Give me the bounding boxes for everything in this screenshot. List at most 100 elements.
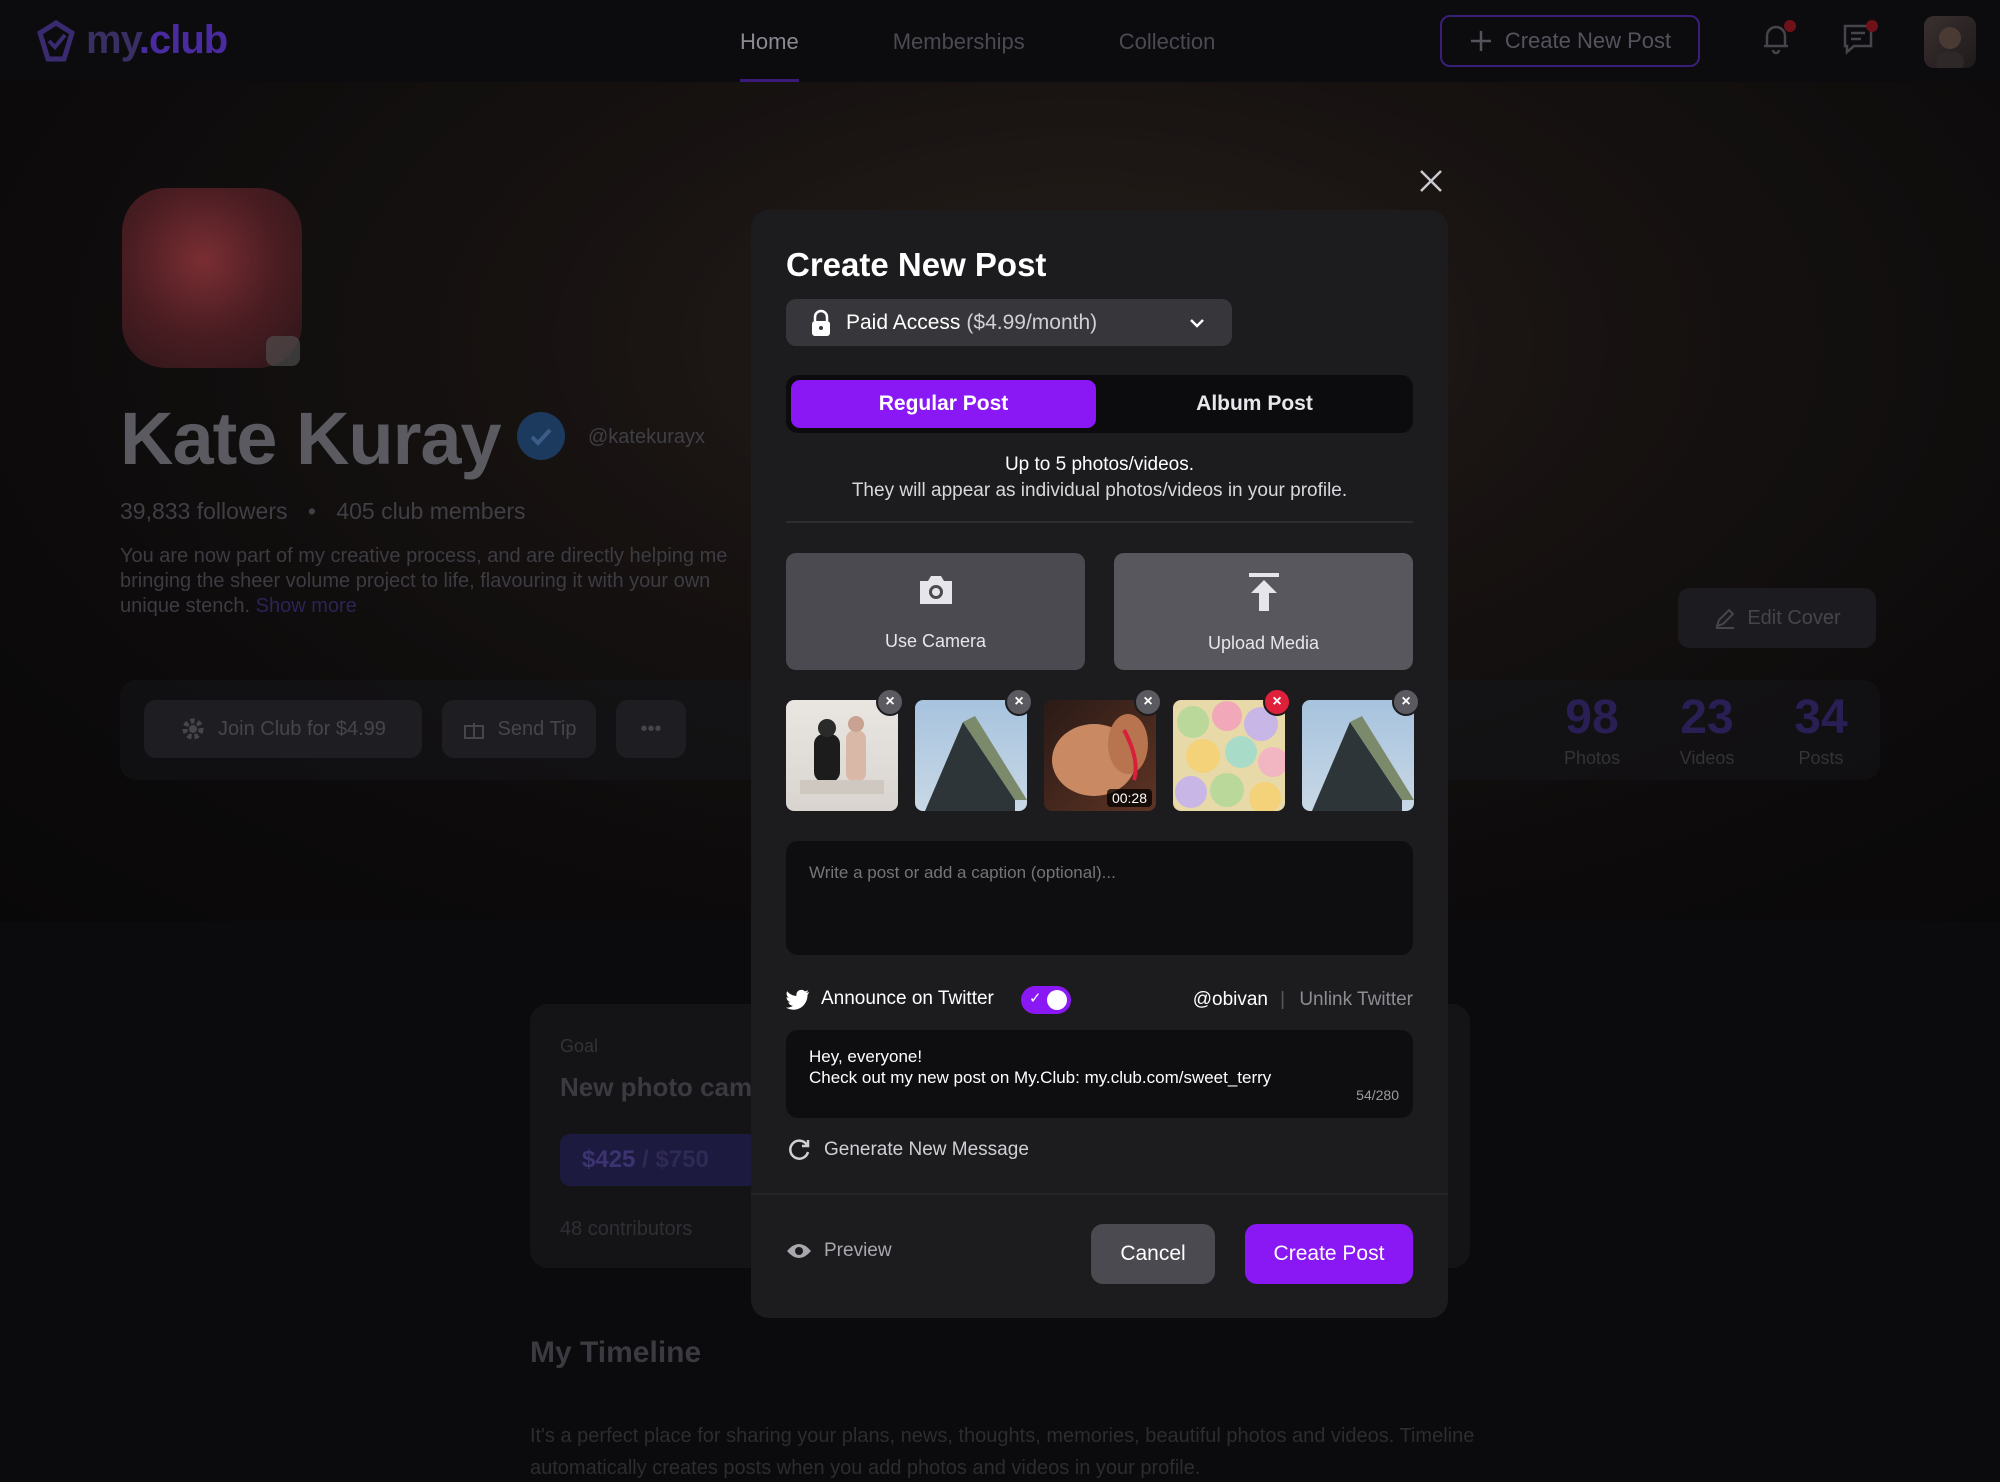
goal-amount: $425 / $750 bbox=[582, 1146, 709, 1173]
profile-name: Kate Kuray bbox=[120, 397, 502, 480]
thumbnail-image bbox=[1175, 701, 1285, 811]
caption-input[interactable] bbox=[786, 841, 1413, 955]
remove-media-icon[interactable]: × bbox=[1134, 688, 1162, 716]
close-icon[interactable] bbox=[1416, 166, 1446, 196]
toggle-knob bbox=[1047, 990, 1067, 1010]
verified-icon bbox=[517, 412, 565, 460]
stat-posts-value: 34 bbox=[1794, 691, 1848, 744]
nav-tab-home[interactable]: Home bbox=[740, 0, 799, 82]
camera-icon[interactable] bbox=[266, 336, 300, 366]
twitter-message-line1: Hey, everyone! bbox=[809, 1047, 923, 1066]
more-options-button[interactable]: ••• bbox=[616, 700, 686, 758]
gift-icon bbox=[463, 723, 484, 739]
upload-media-button[interactable]: Upload Media bbox=[1114, 553, 1413, 670]
nav-tab-memberships[interactable]: Memberships bbox=[893, 0, 1025, 82]
chevron-down-icon bbox=[1190, 319, 1204, 328]
profile-bio: You are now part of my creative process,… bbox=[120, 544, 760, 619]
stat-photos-value: 98 bbox=[1565, 691, 1619, 744]
character-counter: 54/280 bbox=[1356, 1087, 1399, 1103]
show-more-link[interactable]: Show more bbox=[256, 595, 357, 617]
goal-contributors: 48 contributors bbox=[560, 1218, 693, 1240]
media-thumbnail[interactable] bbox=[915, 700, 1027, 811]
preview-button[interactable]: Preview bbox=[786, 1240, 892, 1262]
stat-videos-value: 23 bbox=[1680, 691, 1734, 744]
modal-title: Create New Post bbox=[786, 246, 1047, 283]
twitter-announce-row: Announce on Twitter ✓ @obivan | Unlink T… bbox=[786, 986, 1413, 1016]
stat-videos-label: Videos bbox=[1679, 748, 1735, 768]
divider bbox=[786, 521, 1413, 523]
followers-count: 39,833 followers bbox=[120, 498, 288, 524]
thumbnail-image bbox=[1312, 716, 1414, 811]
video-duration: 00:28 bbox=[1106, 789, 1152, 807]
nav-create-post-label: Create New Post bbox=[1504, 28, 1672, 53]
goal-title: New photo cam bbox=[560, 1072, 753, 1102]
twitter-message-line2: Check out my new post on My.Club: my.clu… bbox=[809, 1068, 1272, 1087]
timeline-description: It's a perfect place for sharing your pl… bbox=[530, 1425, 1475, 1479]
footer-divider bbox=[751, 1193, 1448, 1195]
remove-media-icon[interactable]: × bbox=[1392, 688, 1420, 716]
send-tip-button[interactable]: Send Tip bbox=[442, 700, 596, 758]
goal-label: Goal bbox=[560, 1036, 599, 1056]
top-nav: my.club Home Memberships Collection Crea… bbox=[0, 0, 2000, 82]
preview-label: Preview bbox=[824, 1240, 892, 1261]
timeline-title: My Timeline bbox=[530, 1336, 702, 1369]
media-thumbnail[interactable] bbox=[786, 700, 898, 811]
pencil-icon bbox=[1715, 608, 1735, 629]
send-tip-label: Send Tip bbox=[497, 717, 577, 740]
lock-icon bbox=[812, 309, 830, 336]
refresh-icon bbox=[789, 1139, 810, 1160]
join-club-label: Join Club for $4.99 bbox=[218, 717, 386, 740]
check-icon: ✓ bbox=[1029, 990, 1042, 1007]
messages-button[interactable] bbox=[1840, 20, 1880, 60]
edit-cover-label: Edit Cover bbox=[1747, 606, 1841, 629]
page: my.club Home Memberships Collection Crea… bbox=[0, 0, 2000, 1482]
remove-media-icon[interactable]: × bbox=[1005, 688, 1033, 716]
members-count: 405 club members bbox=[336, 498, 526, 524]
use-camera-label: Use Camera bbox=[884, 631, 987, 651]
join-club-button[interactable]: Join Club for $4.99 bbox=[144, 700, 422, 758]
create-post-button[interactable]: Create Post bbox=[1245, 1224, 1413, 1284]
nav-tab-collection[interactable]: Collection bbox=[1119, 0, 1216, 82]
stat-posts-label: Posts bbox=[1798, 748, 1844, 768]
twitter-separator: | bbox=[1280, 989, 1285, 1010]
logo-text: my.club bbox=[86, 18, 228, 62]
cancel-button[interactable]: Cancel bbox=[1091, 1224, 1215, 1284]
plus-icon bbox=[1470, 31, 1491, 51]
tab-regular-post[interactable]: Regular Post bbox=[791, 380, 1096, 428]
nav-create-post-button[interactable]: Create New Post bbox=[1440, 15, 1700, 67]
more-icon: ••• bbox=[640, 717, 662, 740]
upload-limit-text: Up to 5 photos/videos. bbox=[1004, 454, 1195, 475]
profile-handle: @katekurayx bbox=[588, 426, 706, 448]
generate-message-button[interactable]: Generate New Message bbox=[786, 1135, 1029, 1165]
tab-album-post[interactable]: Album Post bbox=[1102, 380, 1407, 428]
twitter-message-input[interactable]: Hey, everyone! Check out my new post on … bbox=[786, 1030, 1413, 1118]
nav-tabs: Home Memberships Collection bbox=[740, 0, 1215, 82]
twitter-announce-label: Announce on Twitter bbox=[821, 988, 994, 1009]
stat-photos-label: Photos bbox=[1563, 748, 1621, 768]
camera-icon bbox=[919, 576, 952, 604]
access-select[interactable]: Paid Access ($4.99/month) bbox=[786, 299, 1232, 346]
upload-icon bbox=[1248, 573, 1279, 611]
post-type-tabs: Regular Post Album Post bbox=[786, 375, 1413, 433]
bio-text: You are now part of my creative process,… bbox=[120, 545, 728, 617]
upload-info-text: They will appear as individual photos/vi… bbox=[851, 480, 1348, 501]
access-price: ($4.99/month) bbox=[966, 310, 1098, 334]
create-post-modal: Create New Post Paid Access ($4.99/month… bbox=[751, 210, 1448, 1318]
notifications-button[interactable] bbox=[1758, 20, 1798, 60]
remove-media-icon[interactable]: × bbox=[1263, 688, 1291, 716]
unlink-twitter-link[interactable]: Unlink Twitter bbox=[1299, 989, 1413, 1011]
twitter-toggle[interactable]: ✓ bbox=[1021, 986, 1071, 1014]
use-camera-button[interactable]: Use Camera bbox=[786, 553, 1085, 670]
remove-media-icon[interactable]: × bbox=[876, 688, 904, 716]
media-thumbnail[interactable] bbox=[1302, 700, 1414, 811]
media-thumbnail[interactable]: 00:28 bbox=[1044, 700, 1156, 811]
edit-cover-button[interactable]: Edit Cover bbox=[1678, 588, 1876, 648]
logo[interactable]: my.club bbox=[34, 18, 228, 63]
user-avatar[interactable] bbox=[1924, 16, 1976, 68]
thumbnail-image bbox=[925, 716, 1027, 811]
twitter-username: @obivan bbox=[1192, 989, 1268, 1010]
eye-icon bbox=[787, 1244, 811, 1258]
media-thumbnail[interactable] bbox=[1173, 700, 1285, 811]
thumbnail-image bbox=[800, 716, 884, 794]
gear-icon bbox=[182, 718, 204, 740]
